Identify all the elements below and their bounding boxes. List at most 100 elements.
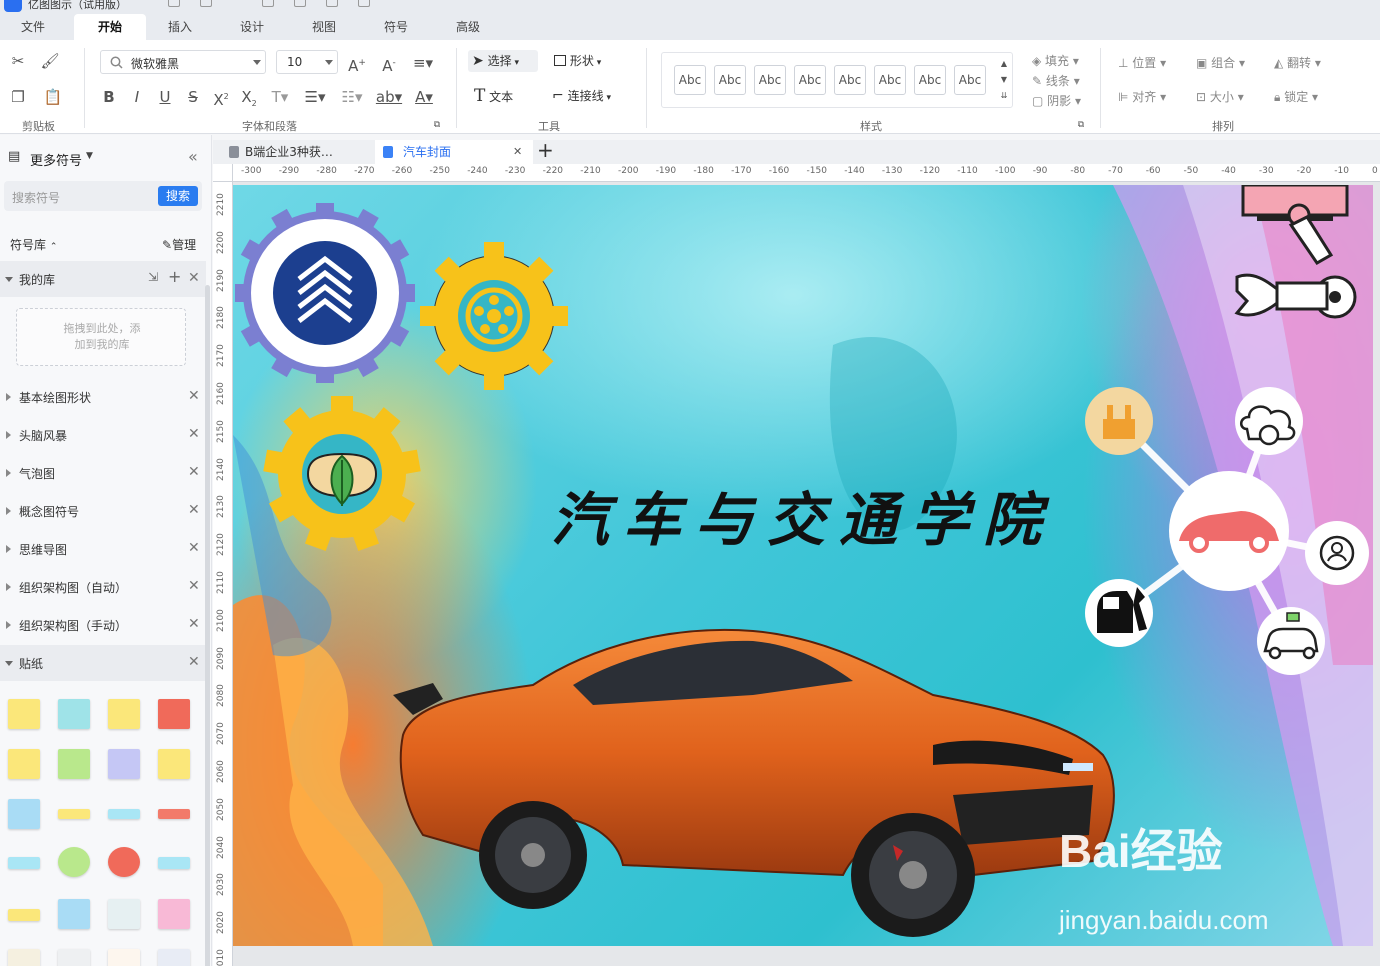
align-button[interactable]: ⊫ 对齐 ▾ [1118,88,1166,105]
sticker-item[interactable] [58,699,90,729]
copy-icon[interactable]: ❐ [8,88,28,106]
close-icon[interactable]: ✕ [188,616,200,632]
new-tab-icon[interactable]: + [537,138,554,162]
position-button[interactable]: ⊥ 位置 ▾ [1118,54,1166,71]
close-icon[interactable]: ✕ [188,654,200,670]
sticker-item[interactable] [58,749,90,779]
search-button[interactable]: 搜索 [158,186,198,206]
symbols-panel-title[interactable]: 更多符号 [30,150,82,169]
style-preset[interactable]: Abc [674,65,706,95]
sticker-item[interactable] [8,799,40,829]
sticker-item[interactable] [58,899,90,929]
library-stickers[interactable]: 贴纸 ✕ [0,645,206,681]
symbol-library-toggle[interactable]: 符号库 ⌃ [10,236,57,253]
sticker-item[interactable] [58,847,90,877]
style-preset[interactable]: Abc [754,65,786,95]
canvas-area[interactable]: 汽车与交通学院 Bai经验 jingyan.baidu.com [233,182,1380,966]
size-button[interactable]: ⊡ 大小 ▾ [1196,88,1244,105]
sticker-item[interactable] [158,699,190,729]
poster-page[interactable]: 汽车与交通学院 Bai经验 jingyan.baidu.com [233,185,1373,946]
library-my[interactable]: 我的库 ⇲ + ✕ [0,261,206,297]
bold-icon[interactable]: B [100,88,118,106]
decrease-font-icon[interactable]: A- [378,54,400,75]
gear-wheel-icon[interactable] [419,241,569,391]
underline-icon[interactable]: U [156,88,174,106]
sticker-item[interactable] [8,909,40,921]
bullet-list-icon[interactable]: ☷▾ [338,88,366,106]
open-file-icon[interactable] [294,0,306,7]
library-org-manual[interactable]: 组织架构图（手动） ✕ [0,607,206,643]
sticker-item[interactable] [158,809,190,819]
doc-tab[interactable]: B端企业3种获… [221,140,369,164]
symbol-search-box[interactable]: 搜索符号 搜索 [4,181,202,211]
sticker-item[interactable] [158,857,190,869]
library-basic-shapes[interactable]: 基本绘图形状 ✕ [0,379,206,415]
close-icon[interactable]: ✕ [188,270,200,286]
import-icon[interactable]: ⇲ [148,270,158,284]
expand-dialog-icon[interactable]: ⧉ [1076,116,1086,134]
close-icon[interactable]: ✕ [188,426,200,442]
tab-symbols[interactable]: 符号 [372,14,420,40]
sticker-item[interactable] [108,699,140,729]
close-icon[interactable]: ✕ [188,578,200,594]
symbol-search-input[interactable]: 搜索符号 [12,189,60,206]
format-painter-icon[interactable]: 🖌 [40,52,60,70]
paragraph-align-icon[interactable]: ≡▾ [410,54,436,72]
close-icon[interactable]: ✕ [188,502,200,518]
shadow-button[interactable]: ▢ 阴影 ▾ [1032,92,1081,109]
subscript-icon[interactable]: X2 [238,88,260,113]
gallery-expand-icon[interactable]: ⇊ [998,87,1010,105]
close-icon[interactable]: ✕ [513,140,522,164]
font-color-icon[interactable]: A▾ [410,88,438,106]
sticker-item[interactable] [8,699,40,729]
close-icon[interactable]: ✕ [188,540,200,556]
library-brainstorm[interactable]: 头脑风暴 ✕ [0,417,206,453]
library-bubble[interactable]: 气泡图 ✕ [0,455,206,491]
export-icon[interactable] [358,0,370,7]
fill-button[interactable]: ◈ 填充 ▾ [1032,52,1079,69]
style-preset[interactable]: Abc [954,65,986,95]
sticker-item[interactable] [108,949,140,966]
collapse-panel-icon[interactable]: « [188,147,198,166]
style-preset[interactable]: Abc [714,65,746,95]
sports-car-image[interactable] [373,625,1133,945]
sticker-item[interactable] [8,949,40,966]
sticker-item[interactable] [8,749,40,779]
increase-font-icon[interactable]: A+ [346,54,368,75]
style-preset[interactable]: Abc [834,65,866,95]
font-size-select[interactable]: 10 [276,50,338,74]
sticker-item[interactable] [158,949,190,966]
tab-home[interactable]: 开始 [74,14,146,40]
sticker-item[interactable] [158,899,190,929]
undo-icon[interactable] [168,0,180,7]
text-tool-button[interactable]: T 文本 [474,85,534,107]
tab-insert[interactable]: 插入 [156,14,204,40]
sticker-item[interactable] [108,749,140,779]
connector-tool-button[interactable]: ⌐ 连接线 ▾ [552,85,632,107]
sticker-item[interactable] [58,809,90,819]
tab-design[interactable]: 设计 [228,14,276,40]
panel-scrollbar[interactable] [205,285,210,966]
lock-button[interactable]: 🔒︎ 锁定 ▾ [1274,88,1318,105]
cut-icon[interactable]: ✂ [8,52,28,70]
poster-title[interactable]: 汽车与交通学院 [551,473,1055,557]
chevron-down-icon[interactable]: ▼ [86,151,93,161]
robot-arm-icon[interactable] [1227,185,1367,325]
shape-tool-button[interactable]: 形状 ▾ [554,50,624,72]
flip-button[interactable]: ◭ 翻转 ▾ [1274,54,1321,71]
save-icon[interactable] [326,0,338,7]
sticker-item[interactable] [158,749,190,779]
line-button[interactable]: ✎ 线条 ▾ [1032,72,1080,89]
manage-button[interactable]: ✎管理 [162,236,196,253]
style-preset[interactable]: Abc [874,65,906,95]
style-preset[interactable]: Abc [914,65,946,95]
close-icon[interactable]: ✕ [188,388,200,404]
my-library-drop-zone[interactable]: 拖拽到此处，添 加到我的库 [16,308,186,366]
library-mind-map[interactable]: 思维导图 ✕ [0,531,206,567]
sticker-item[interactable] [58,949,90,966]
group-button[interactable]: ▣ 组合 ▾ [1196,54,1245,71]
italic-icon[interactable]: I [128,88,146,106]
tab-advanced[interactable]: 高级 [444,14,492,40]
sticker-item[interactable] [108,809,140,819]
redo-icon[interactable] [200,0,212,7]
